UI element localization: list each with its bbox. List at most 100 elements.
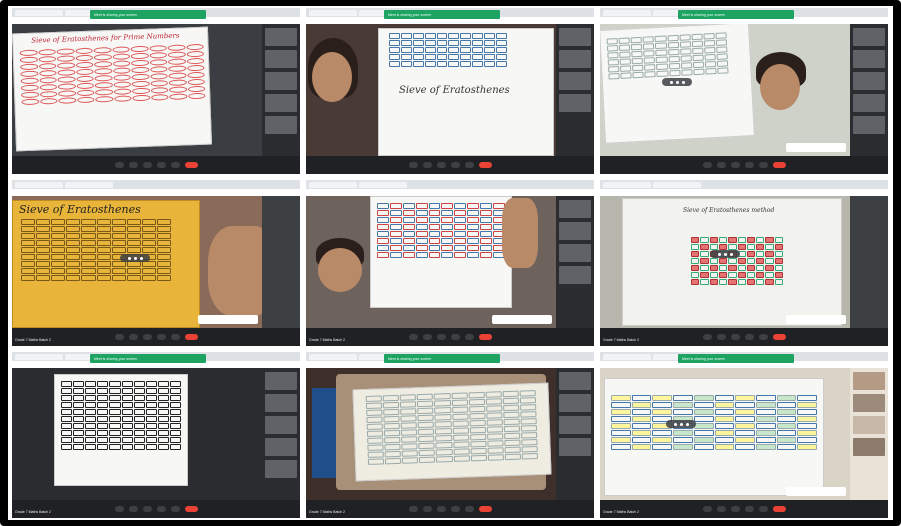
browser-tab[interactable] [359, 181, 407, 188]
captions-icon[interactable] [730, 334, 740, 340]
present-icon[interactable] [156, 506, 166, 512]
participant-thumb[interactable] [559, 50, 591, 68]
more-icon[interactable] [464, 162, 474, 168]
address-bar[interactable] [306, 189, 594, 196]
camera-icon[interactable] [422, 162, 432, 168]
participant-thumb[interactable] [559, 94, 591, 112]
end-call-icon[interactable] [478, 334, 492, 340]
participant-thumb[interactable] [559, 438, 591, 456]
present-icon[interactable] [744, 334, 754, 340]
mic-icon[interactable] [702, 162, 712, 168]
camera-icon[interactable] [716, 334, 726, 340]
participant-thumb[interactable] [853, 372, 885, 390]
participant-thumb[interactable] [559, 244, 591, 262]
browser-tab[interactable] [309, 181, 357, 188]
captions-icon[interactable] [142, 162, 152, 168]
browser-tab[interactable] [15, 181, 63, 188]
participant-thumb[interactable] [265, 72, 297, 90]
video-overlay-controls[interactable] [666, 420, 696, 428]
participant-thumb[interactable] [559, 200, 591, 218]
participant-thumb[interactable] [559, 266, 591, 284]
camera-icon[interactable] [128, 162, 138, 168]
participant-thumb[interactable] [559, 372, 591, 390]
browser-tab[interactable] [309, 9, 357, 16]
participant-thumb[interactable] [853, 394, 885, 412]
mic-icon[interactable] [408, 334, 418, 340]
participant-thumb[interactable] [853, 116, 885, 134]
present-icon[interactable] [156, 334, 166, 340]
participant-thumb[interactable] [559, 28, 591, 46]
browser-tab[interactable] [309, 353, 357, 360]
present-icon[interactable] [450, 162, 460, 168]
mic-icon[interactable] [114, 506, 124, 512]
end-call-icon[interactable] [772, 506, 786, 512]
browser-tab[interactable] [653, 181, 701, 188]
participant-thumb[interactable] [265, 94, 297, 112]
mic-icon[interactable] [408, 506, 418, 512]
end-call-icon[interactable] [478, 506, 492, 512]
captions-icon[interactable] [730, 162, 740, 168]
participant-thumb[interactable] [853, 416, 885, 434]
more-icon[interactable] [464, 334, 474, 340]
browser-tab[interactable] [603, 9, 651, 16]
video-overlay-controls[interactable] [120, 254, 150, 262]
captions-icon[interactable] [436, 162, 446, 168]
mic-icon[interactable] [408, 162, 418, 168]
participant-thumb[interactable] [265, 416, 297, 434]
participant-thumb[interactable] [265, 460, 297, 478]
participant-thumb[interactable] [265, 50, 297, 68]
end-call-icon[interactable] [184, 506, 198, 512]
more-icon[interactable] [758, 162, 768, 168]
camera-icon[interactable] [422, 506, 432, 512]
end-call-icon[interactable] [478, 162, 492, 168]
camera-icon[interactable] [716, 506, 726, 512]
participant-thumb[interactable] [853, 438, 885, 456]
participant-thumb[interactable] [559, 394, 591, 412]
mic-icon[interactable] [114, 334, 124, 340]
participant-thumb[interactable] [265, 372, 297, 390]
more-icon[interactable] [758, 334, 768, 340]
mic-icon[interactable] [114, 162, 124, 168]
more-icon[interactable] [464, 506, 474, 512]
camera-icon[interactable] [716, 162, 726, 168]
participant-thumb[interactable] [559, 72, 591, 90]
more-icon[interactable] [170, 506, 180, 512]
end-call-icon[interactable] [184, 162, 198, 168]
camera-icon[interactable] [422, 334, 432, 340]
captions-icon[interactable] [142, 506, 152, 512]
present-icon[interactable] [744, 162, 754, 168]
captions-icon[interactable] [436, 334, 446, 340]
participant-thumb[interactable] [265, 394, 297, 412]
more-icon[interactable] [170, 162, 180, 168]
camera-icon[interactable] [128, 334, 138, 340]
address-bar[interactable] [12, 189, 300, 196]
participant-thumb[interactable] [853, 72, 885, 90]
browser-tab[interactable] [603, 181, 651, 188]
more-icon[interactable] [170, 334, 180, 340]
participant-thumb[interactable] [559, 222, 591, 240]
participant-thumb[interactable] [853, 94, 885, 112]
captions-icon[interactable] [436, 506, 446, 512]
captions-icon[interactable] [730, 506, 740, 512]
captions-icon[interactable] [142, 334, 152, 340]
participant-thumb[interactable] [265, 116, 297, 134]
end-call-icon[interactable] [772, 334, 786, 340]
mic-icon[interactable] [702, 334, 712, 340]
browser-tab[interactable] [15, 9, 63, 16]
present-icon[interactable] [450, 334, 460, 340]
end-call-icon[interactable] [184, 334, 198, 340]
present-icon[interactable] [450, 506, 460, 512]
address-bar[interactable] [600, 189, 888, 196]
present-icon[interactable] [744, 506, 754, 512]
browser-tab[interactable] [65, 181, 113, 188]
present-icon[interactable] [156, 162, 166, 168]
more-icon[interactable] [758, 506, 768, 512]
end-call-icon[interactable] [772, 162, 786, 168]
participant-thumb[interactable] [265, 438, 297, 456]
participant-thumb[interactable] [853, 50, 885, 68]
camera-icon[interactable] [128, 506, 138, 512]
participant-thumb[interactable] [265, 28, 297, 46]
video-overlay-controls[interactable] [662, 78, 692, 86]
browser-tab[interactable] [603, 353, 651, 360]
video-overlay-controls[interactable] [710, 250, 740, 258]
